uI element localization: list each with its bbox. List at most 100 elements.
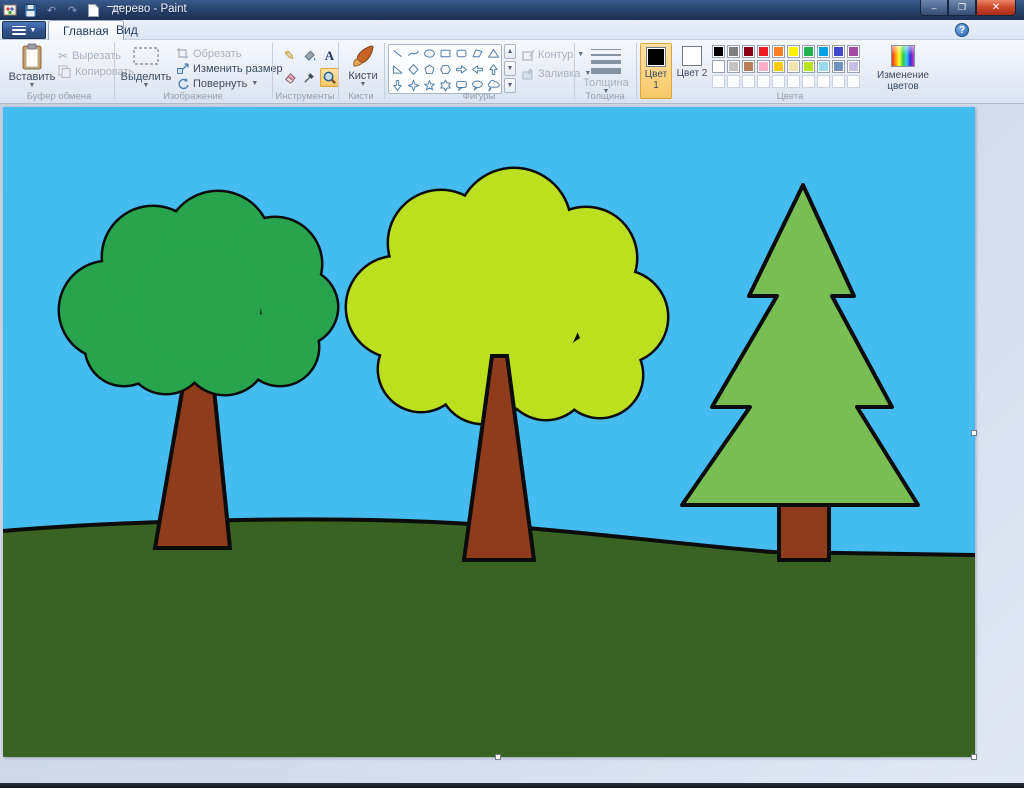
canvas-resize-handle-corner[interactable] [971,754,977,760]
shape-curve-icon[interactable] [406,46,421,61]
palette-swatch-empty[interactable] [832,75,845,88]
palette-swatch[interactable] [787,45,800,58]
shapes-scroll-up[interactable]: ▲ [504,44,516,59]
resize-icon [176,62,189,75]
help-icon[interactable]: ? [955,23,969,37]
window-controls: – ❐ ✕ [920,0,1016,16]
palette-swatch-empty[interactable] [727,75,740,88]
chevron-down-icon: ▼ [251,81,258,86]
rotate-button[interactable]: Повернуть ▼ [176,76,258,91]
palette-swatch[interactable] [742,60,755,73]
shape-ellipse-icon[interactable] [422,46,437,61]
palette-swatch-empty[interactable] [757,75,770,88]
palette-swatch-empty[interactable] [772,75,785,88]
color1-swatch [646,47,666,67]
shape-rectangle-icon[interactable] [438,46,453,61]
shape-right-triangle-icon[interactable] [390,62,405,77]
window-title: дерево - Paint [112,3,187,15]
shape-arrow-left-icon[interactable] [470,62,485,77]
ribbon: Вставить ▼ ✂ Вырезать Копировать Буфер о… [0,40,1024,104]
tab-view[interactable]: Вид [102,20,152,40]
shape-triangle-icon[interactable] [486,46,501,61]
palette-swatch[interactable] [727,60,740,73]
group-label-image: Изображение [114,91,272,102]
fir-trunk [779,503,829,560]
line-thickness-icon [591,49,621,74]
file-menu-button[interactable]: ▼ [2,21,46,39]
rainbow-icon [891,45,915,67]
shape-pentagon-icon[interactable] [422,62,437,77]
palette-swatch[interactable] [847,60,860,73]
maximize-button[interactable]: ❐ [948,0,976,16]
outline-icon [521,48,534,61]
group-label-tools: Инструменты [272,91,338,102]
palette-swatch[interactable] [727,45,740,58]
minimize-button[interactable]: – [920,0,948,16]
shape-polygon-icon[interactable] [470,46,485,61]
shapes-scroll-down[interactable]: ▼ [504,61,516,76]
title-bar: ↶ ↷ ▾ дерево - Paint – ❐ ✕ [0,0,1024,20]
pencil-tool-button[interactable]: ✎ [280,46,299,65]
palette-swatch-empty[interactable] [817,75,830,88]
palette-swatch[interactable] [802,45,815,58]
fill-tool-button[interactable] [300,46,319,65]
chevron-down-icon: ▼ [360,82,367,87]
palette-swatch[interactable] [757,45,770,58]
shape-arrow-up-icon[interactable] [486,62,501,77]
chevron-down-icon: ▼ [143,83,150,88]
text-tool-button[interactable]: A [320,46,339,65]
color2-swatch [682,46,702,66]
palette-swatch-empty[interactable] [847,75,860,88]
undo-icon[interactable]: ↶ [44,3,59,18]
group-label-size: Толщина [574,91,636,102]
paint-app-icon[interactable] [2,3,17,18]
palette-swatch[interactable] [817,45,830,58]
palette-swatch[interactable] [772,45,785,58]
scissors-icon: ✂ [58,49,68,63]
palette-swatch-empty[interactable] [742,75,755,88]
brush-icon [350,43,376,69]
group-label-colors: Цвета [636,91,944,102]
menu-icon [12,26,26,35]
canvas-resize-handle-bottom[interactable] [495,754,501,760]
redo-icon[interactable]: ↷ [65,3,80,18]
color-picker-tool-button[interactable] [300,68,319,87]
cut-button[interactable]: ✂ Вырезать [58,48,121,63]
shapes-gallery [388,44,502,94]
shape-arrow-right-icon[interactable] [454,62,469,77]
palette-swatch[interactable] [832,45,845,58]
tab-row: ▼ Главная Вид ? [0,20,1024,40]
chevron-down-icon: ▼ [30,27,37,34]
palette-swatch-empty[interactable] [787,75,800,88]
taskbar-edge[interactable] [0,783,1024,788]
color-palette [712,45,864,90]
quick-access-toolbar: ↶ ↷ ▾ [2,1,122,19]
palette-swatch-empty[interactable] [802,75,815,88]
eraser-tool-button[interactable] [280,68,299,87]
shape-hexagon-icon[interactable] [438,62,453,77]
palette-swatch[interactable] [787,60,800,73]
magnifier-tool-button[interactable] [320,68,339,87]
palette-swatch[interactable] [817,60,830,73]
shape-diamond-icon[interactable] [406,62,421,77]
palette-swatch[interactable] [712,45,725,58]
palette-swatch[interactable] [757,60,770,73]
new-page-icon[interactable] [86,3,101,18]
palette-swatch[interactable] [847,45,860,58]
close-button[interactable]: ✕ [976,0,1016,16]
crop-button[interactable]: Обрезать [176,46,242,61]
canvas-resize-handle-right[interactable] [971,430,977,436]
palette-swatch[interactable] [772,60,785,73]
save-icon[interactable] [23,3,38,18]
palette-swatch[interactable] [742,45,755,58]
shape-rounded-rectangle-icon[interactable] [454,46,469,61]
palette-swatch[interactable] [712,60,725,73]
shape-line-icon[interactable] [390,46,405,61]
resize-button[interactable]: Изменить размер [176,61,283,76]
clipboard-icon [21,43,43,70]
drawing-canvas[interactable] [3,107,975,757]
palette-swatch[interactable] [832,60,845,73]
fill-icon [521,67,534,80]
palette-swatch-empty[interactable] [712,75,725,88]
palette-swatch[interactable] [802,60,815,73]
